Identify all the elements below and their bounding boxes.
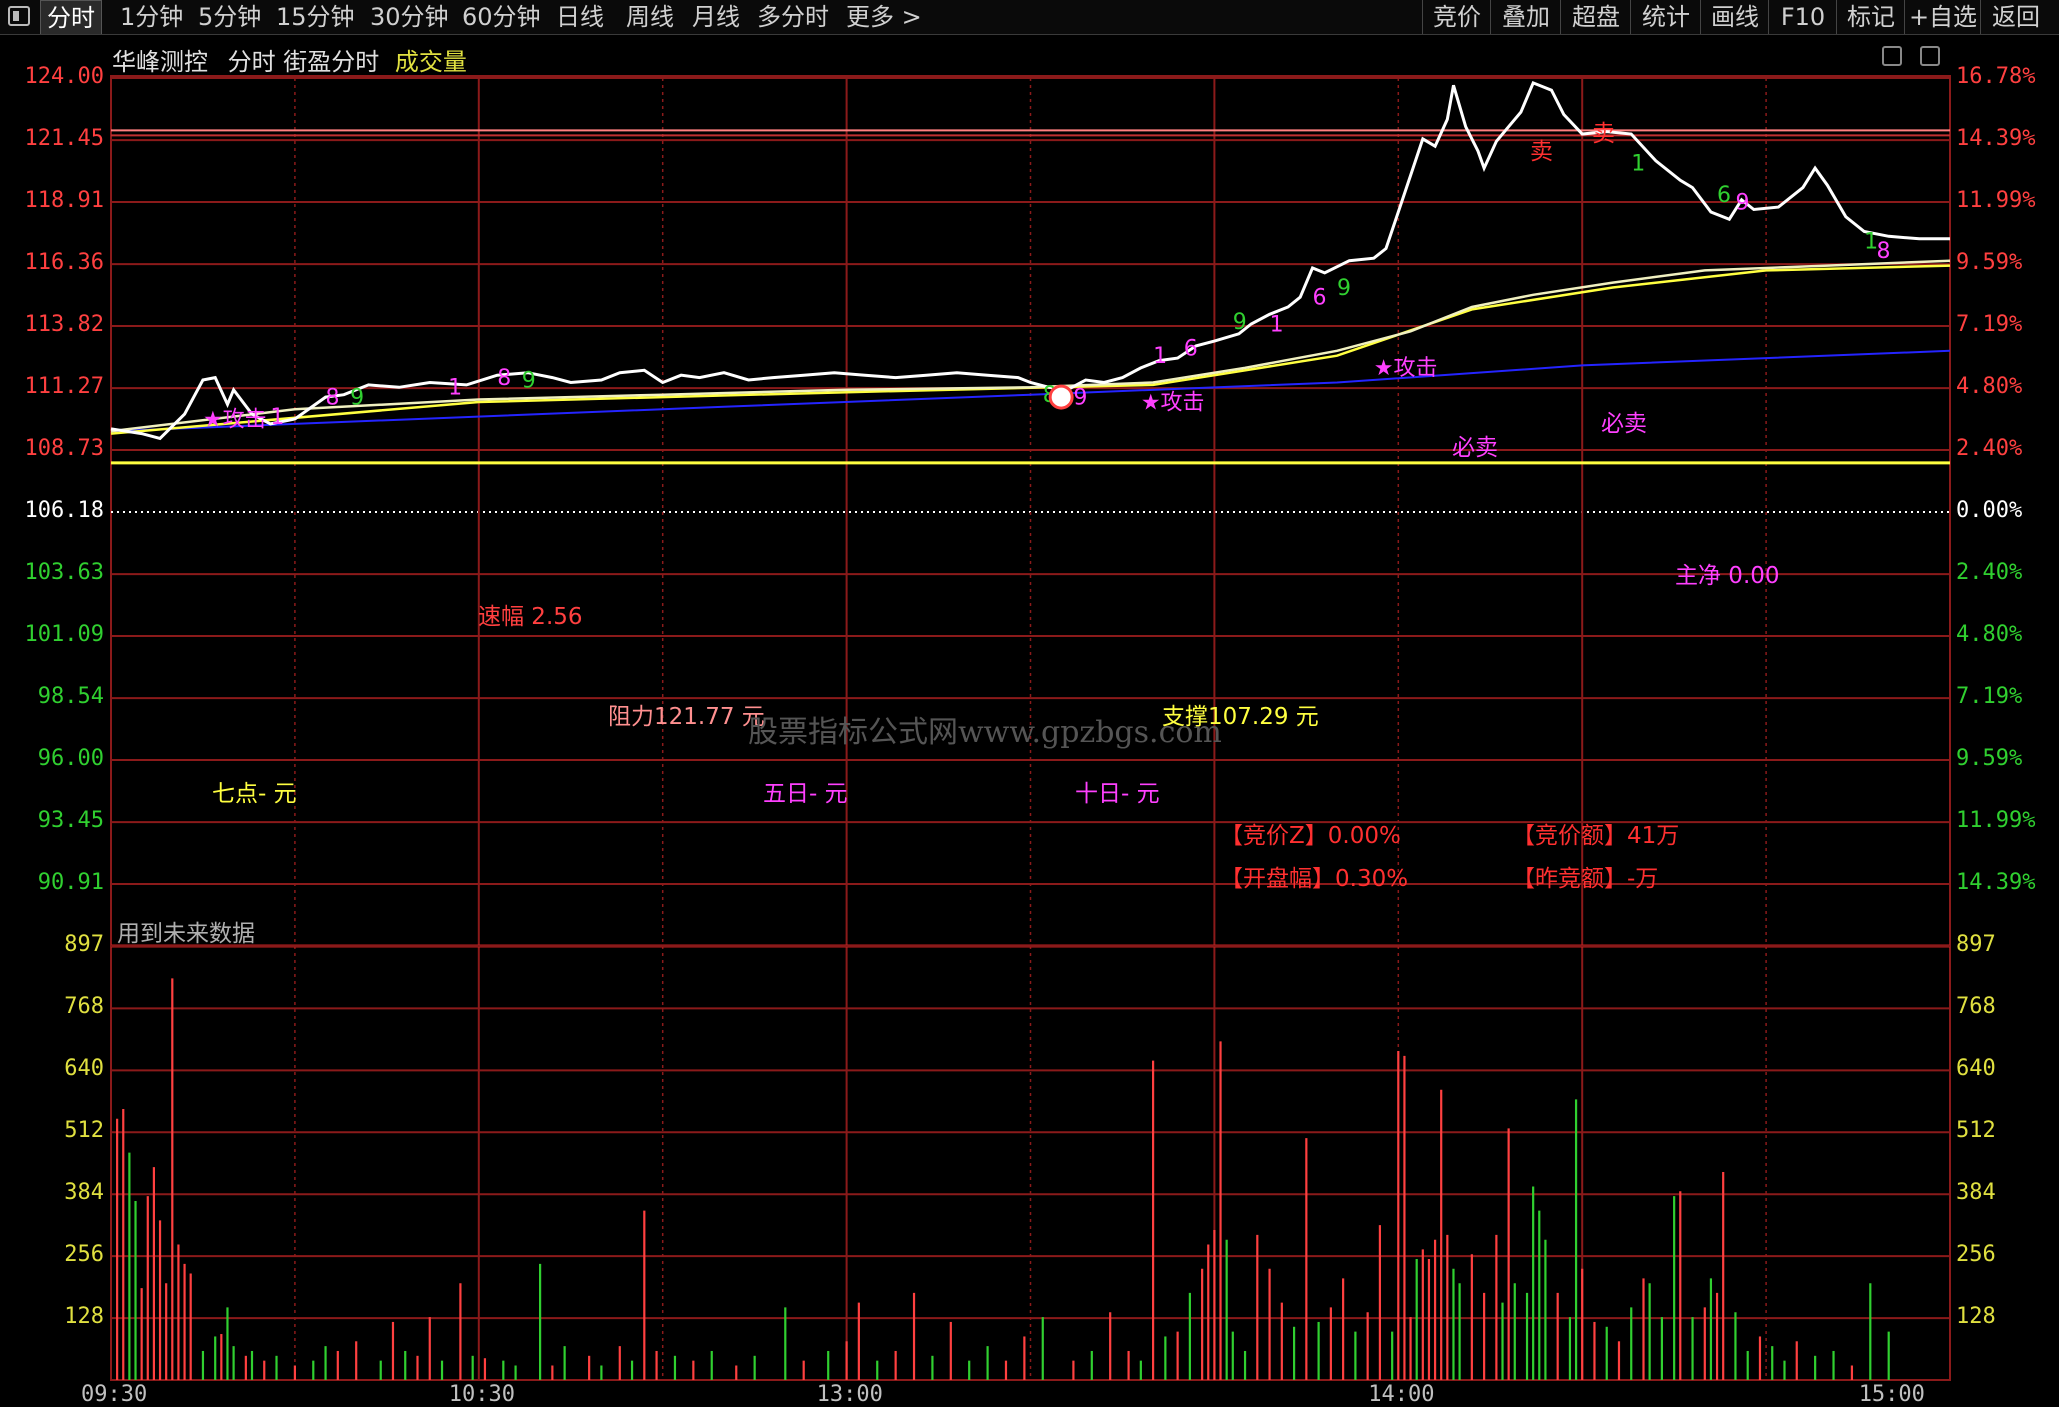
signal-label-1: 1 [270, 405, 284, 430]
signal-label-18: 6 [1717, 183, 1731, 208]
toolbar-button-6[interactable]: 标记 [1836, 0, 1905, 34]
signal-label-10: 1 [1153, 344, 1167, 369]
period-toolbar: 分时 1分钟 5分钟 15分钟 30分钟 60分钟 日线 周线 月线 多分时 更多 > 竞价 叠加 超盘… [0, 0, 2059, 35]
panel-toggle-icon[interactable] [8, 6, 30, 26]
toolbar-button-7[interactable]: +自选 [1904, 0, 1981, 34]
buy-marker-icon [1048, 384, 1074, 410]
signal-label-11: 6 [1184, 337, 1198, 362]
signal-label-19: 9 [1735, 191, 1749, 216]
tab-0[interactable]: 分时 [40, 0, 102, 34]
tab-8[interactable]: 月线 [692, 0, 740, 34]
tab-1[interactable]: 1分钟 [120, 0, 183, 34]
chart-header: 华峰测控 分时 街盈分时 成交量 [112, 42, 467, 77]
toolbar-button-3[interactable]: 统计 [1630, 0, 1701, 34]
zuo-jing-e-label: 【昨竞额】-万 [1512, 866, 1659, 892]
bimai-label-1: 必卖 [1452, 435, 1498, 461]
window-icon[interactable] [1920, 46, 1940, 66]
signal-label-3: 9 [350, 385, 364, 410]
tab-2[interactable]: 5分钟 [198, 0, 261, 34]
signal-label-21: 8 [1876, 239, 1890, 264]
volume-label: 成交量 [394, 48, 467, 76]
signal-label-2: 8 [326, 385, 340, 410]
toolbar-button-1[interactable]: 叠加 [1490, 0, 1561, 34]
toolbar-button-4[interactable]: 画线 [1700, 0, 1769, 34]
signal-label-0: ★攻击 [203, 407, 267, 432]
jingjia-e-label: 【竞价额】41万 [1512, 823, 1680, 849]
shiri-label: 十日- 元 [1075, 781, 1160, 807]
tab-10[interactable]: 更多 > [846, 0, 922, 34]
kaipan-fu-label: 【开盘幅】0.30% [1220, 866, 1409, 892]
mode-label: 分时 [227, 48, 276, 76]
tab-4[interactable]: 30分钟 [370, 0, 449, 34]
signal-label-14: 6 [1312, 286, 1326, 311]
speed-label: 速幅 2.56 [478, 604, 583, 630]
blue-line [110, 349, 1951, 433]
sell-label-2: 卖 [1592, 121, 1615, 147]
signal-label-5: 8 [497, 366, 511, 391]
tab-5[interactable]: 60分钟 [462, 0, 541, 34]
zoom-icon[interactable] [1882, 46, 1902, 66]
zhujing-label: 主净 0.00 [1675, 563, 1780, 589]
signal-label-13: 1 [1270, 312, 1284, 337]
tab-9[interactable]: 多分时 [757, 0, 829, 34]
toolbar-button-5[interactable]: F10 [1768, 0, 1837, 34]
signal-label-4: 1 [448, 376, 462, 401]
wuri-label: 五日- 元 [763, 781, 848, 807]
jingjia-z-label: 【竞价Z】0.00% [1220, 823, 1401, 849]
signal-label-8: 9 [1073, 385, 1087, 410]
indicator-name: 街盈分时 [283, 48, 380, 76]
bimai-label-2: 必卖 [1601, 411, 1647, 437]
toolbar-button-2[interactable]: 超盘 [1560, 0, 1631, 34]
tab-7[interactable]: 周线 [626, 0, 674, 34]
signal-label-9: ★攻击 [1141, 390, 1205, 415]
resistance-label: 阻力121.77 元 [608, 704, 765, 730]
tab-3[interactable]: 15分钟 [276, 0, 355, 34]
stock-name: 华峰测控 [112, 48, 208, 76]
toolbar-button-8[interactable]: 返回 [1980, 0, 2051, 34]
signal-label-6: 9 [522, 368, 536, 393]
signal-label-15: 9 [1337, 276, 1351, 301]
signal-label-12: 9 [1233, 310, 1247, 335]
watermark: 股票指标公式网www.gpzbgs.com [748, 715, 1222, 750]
future-data-warning: 用到未来数据 [117, 921, 255, 947]
signal-label-17: 1 [1631, 152, 1645, 177]
toolbar-button-0[interactable]: 竞价 [1422, 0, 1491, 34]
sell-label-1: 卖 [1530, 139, 1553, 165]
signal-label-16: ★攻击 [1374, 356, 1438, 381]
tab-6[interactable]: 日线 [556, 0, 604, 34]
qidian-label: 七点- 元 [212, 781, 297, 807]
